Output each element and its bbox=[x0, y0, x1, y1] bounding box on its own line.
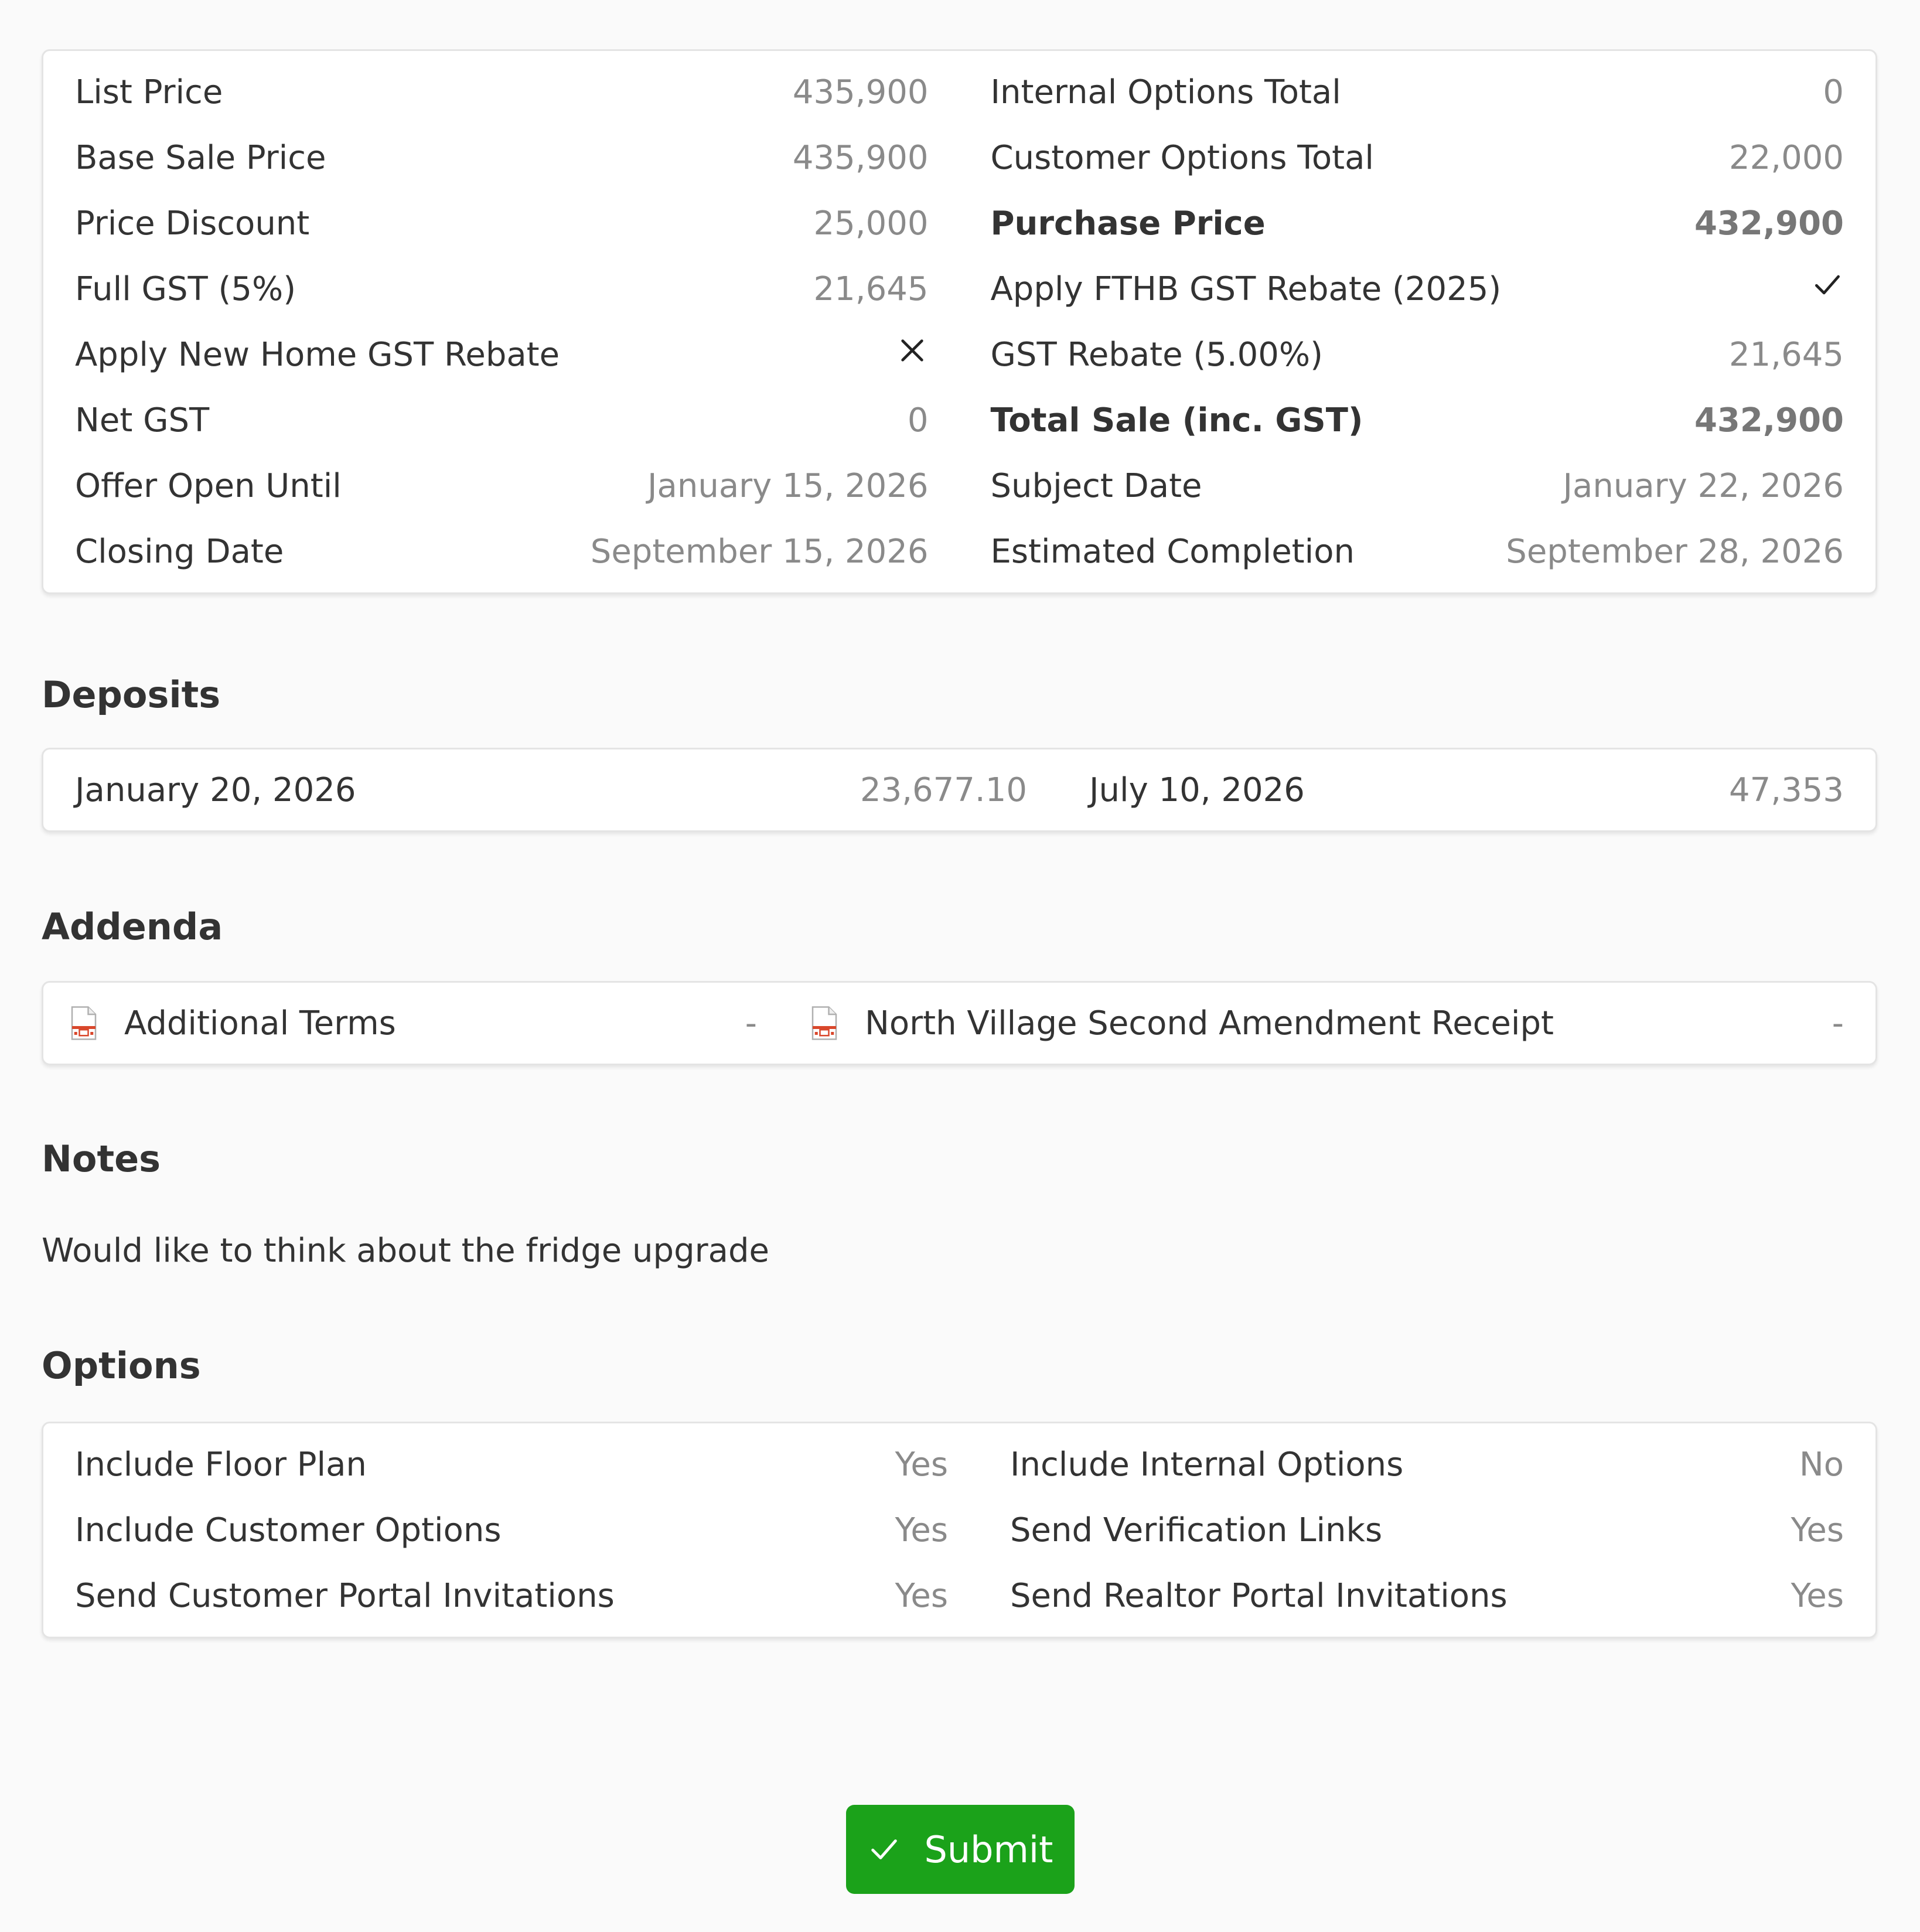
closing-date-value: September 15, 2026 bbox=[590, 532, 929, 571]
total-sale-value: 432,900 bbox=[1694, 401, 1844, 439]
closing-date-label: Closing Date bbox=[75, 532, 284, 571]
addenda-card: Additional Terms - North Village Second … bbox=[42, 981, 1877, 1065]
base-sale-price-label: Base Sale Price bbox=[75, 138, 326, 177]
deposit-amount: 23,677.10 bbox=[860, 771, 1027, 809]
base-sale-price-row: Base Sale Price 435,900 bbox=[75, 125, 929, 190]
new-home-gst-rebate-row: Apply New Home GST Rebate bbox=[75, 322, 929, 387]
include-internal-options-row: Include Internal Options No bbox=[1010, 1432, 1844, 1497]
send-realtor-portal-invitations-value: Yes bbox=[1791, 1576, 1844, 1615]
full-gst-row: Full GST (5%) 21,645 bbox=[75, 256, 929, 322]
net-gst-label: Net GST bbox=[75, 401, 210, 439]
deposit-item: July 10, 2026 47,353 bbox=[1089, 771, 1844, 809]
full-gst-label: Full GST (5%) bbox=[75, 270, 296, 308]
price-discount-value: 25,000 bbox=[813, 204, 929, 243]
fthb-gst-rebate-row: Apply FTHB GST Rebate (2025) bbox=[991, 256, 1844, 322]
gst-rebate-row: GST Rebate (5.00%) 21,645 bbox=[991, 322, 1844, 387]
pdf-file-icon bbox=[71, 1006, 97, 1040]
addendum-name: Additional Terms bbox=[124, 1004, 396, 1042]
gst-rebate-value: 21,645 bbox=[1729, 335, 1844, 374]
deposits-heading: Deposits bbox=[42, 673, 221, 716]
internal-options-total-row: Internal Options Total 0 bbox=[991, 59, 1844, 125]
notes-heading: Notes bbox=[42, 1137, 161, 1180]
deposit-date: January 20, 2026 bbox=[75, 771, 356, 809]
include-floor-plan-row: Include Floor Plan Yes bbox=[75, 1432, 948, 1497]
list-price-label: List Price bbox=[75, 73, 223, 111]
submit-area: Submit bbox=[0, 1805, 1920, 1894]
internal-options-total-label: Internal Options Total bbox=[990, 73, 1341, 111]
gst-rebate-label: GST Rebate (5.00%) bbox=[990, 335, 1323, 374]
fthb-gst-rebate-label: Apply FTHB GST Rebate (2025) bbox=[990, 270, 1502, 308]
deposit-date: July 10, 2026 bbox=[1089, 771, 1305, 809]
net-gst-value: 0 bbox=[907, 401, 929, 439]
options-right-column: Include Internal Options No Send Verific… bbox=[1010, 1432, 1844, 1628]
addenda-heading: Addenda bbox=[42, 905, 223, 948]
list-price-row: List Price 435,900 bbox=[75, 59, 929, 125]
addendum-value: - bbox=[745, 1004, 757, 1042]
notes-text: Would like to think about the fridge upg… bbox=[42, 1232, 769, 1270]
x-icon bbox=[896, 334, 929, 375]
price-summary-left-column: List Price 435,900 Base Sale Price 435,9… bbox=[75, 59, 929, 584]
base-sale-price-value: 435,900 bbox=[792, 138, 929, 177]
options-heading: Options bbox=[42, 1344, 201, 1387]
subject-date-label: Subject Date bbox=[990, 466, 1202, 505]
include-customer-options-row: Include Customer Options Yes bbox=[75, 1497, 948, 1563]
send-customer-portal-invitations-row: Send Customer Portal Invitations Yes bbox=[75, 1563, 948, 1628]
offer-open-until-row: Offer Open Until January 15, 2026 bbox=[75, 453, 929, 519]
send-verification-links-value: Yes bbox=[1791, 1511, 1844, 1549]
send-realtor-portal-invitations-label: Send Realtor Portal Invitations bbox=[1010, 1576, 1508, 1615]
new-home-gst-rebate-label: Apply New Home GST Rebate bbox=[75, 335, 560, 374]
include-internal-options-label: Include Internal Options bbox=[1010, 1445, 1404, 1484]
deposit-amount: 47,353 bbox=[1729, 771, 1844, 809]
price-discount-label: Price Discount bbox=[75, 204, 310, 243]
price-summary-card: List Price 435,900 Base Sale Price 435,9… bbox=[42, 49, 1877, 594]
subject-date-value: January 22, 2026 bbox=[1563, 466, 1844, 505]
deposit-item: January 20, 2026 23,677.10 bbox=[75, 771, 1027, 809]
pdf-file-icon bbox=[811, 1006, 837, 1040]
offer-open-until-value: January 15, 2026 bbox=[647, 466, 929, 505]
send-verification-links-row: Send Verification Links Yes bbox=[1010, 1497, 1844, 1563]
customer-options-total-value: 22,000 bbox=[1729, 138, 1844, 177]
estimated-completion-value: September 28, 2026 bbox=[1506, 532, 1844, 571]
purchase-price-label: Purchase Price bbox=[990, 204, 1266, 243]
customer-options-total-row: Customer Options Total 22,000 bbox=[991, 125, 1844, 190]
closing-date-row: Closing Date September 15, 2026 bbox=[75, 519, 929, 584]
send-verification-links-label: Send Verification Links bbox=[1010, 1511, 1383, 1549]
total-sale-label: Total Sale (inc. GST) bbox=[990, 401, 1363, 439]
addendum-item-north-village-second-amendment-receipt[interactable]: North Village Second Amendment Receipt - bbox=[810, 1004, 1844, 1042]
send-customer-portal-invitations-label: Send Customer Portal Invitations bbox=[75, 1576, 615, 1615]
estimated-completion-label: Estimated Completion bbox=[990, 532, 1355, 571]
addendum-value: - bbox=[1832, 1004, 1844, 1042]
net-gst-row: Net GST 0 bbox=[75, 387, 929, 453]
internal-options-total-value: 0 bbox=[1823, 73, 1844, 111]
checkmark-icon bbox=[871, 1839, 897, 1859]
offer-open-until-label: Offer Open Until bbox=[75, 466, 342, 505]
addendum-item-additional-terms[interactable]: Additional Terms - bbox=[69, 1004, 757, 1042]
list-price-value: 435,900 bbox=[792, 73, 929, 111]
subject-date-row: Subject Date January 22, 2026 bbox=[991, 453, 1844, 519]
addendum-name: North Village Second Amendment Receipt bbox=[865, 1004, 1554, 1042]
include-floor-plan-value: Yes bbox=[895, 1445, 948, 1484]
purchase-price-row: Purchase Price 432,900 bbox=[991, 190, 1844, 256]
checkmark-icon bbox=[1811, 268, 1844, 309]
include-customer-options-value: Yes bbox=[895, 1511, 948, 1549]
include-floor-plan-label: Include Floor Plan bbox=[75, 1445, 367, 1484]
options-card: Include Floor Plan Yes Include Customer … bbox=[42, 1422, 1877, 1638]
price-summary-right-column: Internal Options Total 0 Customer Option… bbox=[991, 59, 1844, 584]
deposits-card: January 20, 2026 23,677.10 July 10, 2026… bbox=[42, 748, 1877, 832]
include-internal-options-value: No bbox=[1799, 1445, 1844, 1484]
full-gst-value: 21,645 bbox=[813, 270, 929, 308]
estimated-completion-row: Estimated Completion September 28, 2026 bbox=[991, 519, 1844, 584]
submit-button[interactable]: Submit bbox=[845, 1805, 1075, 1894]
submit-label: Submit bbox=[924, 1828, 1053, 1871]
send-realtor-portal-invitations-row: Send Realtor Portal Invitations Yes bbox=[1010, 1563, 1844, 1628]
customer-options-total-label: Customer Options Total bbox=[990, 138, 1374, 177]
offer-review-page: List Price 435,900 Base Sale Price 435,9… bbox=[42, 49, 1877, 1638]
options-left-column: Include Floor Plan Yes Include Customer … bbox=[75, 1432, 948, 1628]
total-sale-row: Total Sale (inc. GST) 432,900 bbox=[991, 387, 1844, 453]
purchase-price-value: 432,900 bbox=[1694, 204, 1844, 243]
send-customer-portal-invitations-value: Yes bbox=[895, 1576, 948, 1615]
include-customer-options-label: Include Customer Options bbox=[75, 1511, 502, 1549]
price-discount-row: Price Discount 25,000 bbox=[75, 190, 929, 256]
